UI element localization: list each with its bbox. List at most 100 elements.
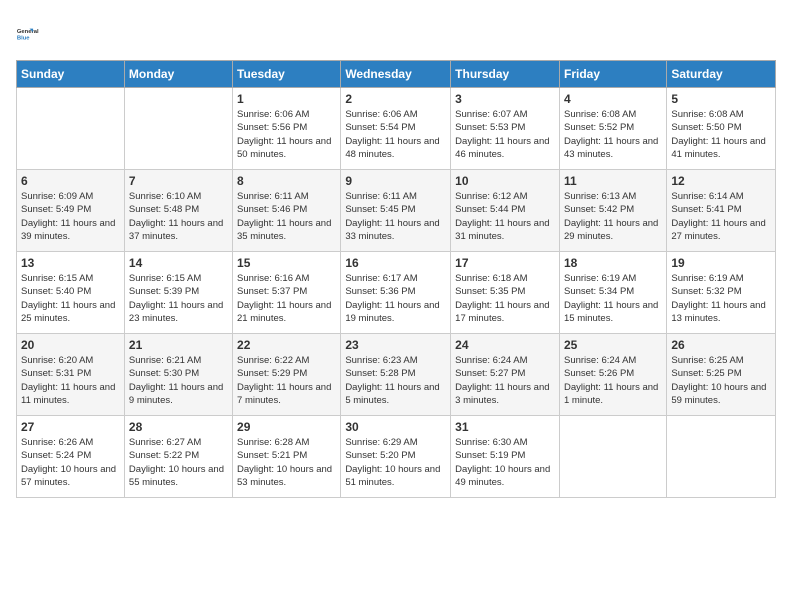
- day-cell: [667, 416, 776, 498]
- day-detail: Sunrise: 6:19 AM Sunset: 5:34 PM Dayligh…: [564, 272, 662, 325]
- day-cell: 2 Sunrise: 6:06 AM Sunset: 5:54 PM Daylig…: [341, 88, 451, 170]
- day-detail: Sunrise: 6:29 AM Sunset: 5:20 PM Dayligh…: [345, 436, 446, 489]
- column-header-wednesday: Wednesday: [341, 61, 451, 88]
- day-detail: Sunrise: 6:28 AM Sunset: 5:21 PM Dayligh…: [237, 436, 336, 489]
- day-cell: 4 Sunrise: 6:08 AM Sunset: 5:52 PM Daylig…: [559, 88, 666, 170]
- day-detail: Sunrise: 6:08 AM Sunset: 5:52 PM Dayligh…: [564, 108, 662, 161]
- column-header-saturday: Saturday: [667, 61, 776, 88]
- day-cell: 27 Sunrise: 6:26 AM Sunset: 5:24 PM Dayli…: [17, 416, 125, 498]
- day-detail: Sunrise: 6:14 AM Sunset: 5:41 PM Dayligh…: [671, 190, 771, 243]
- day-cell: 10 Sunrise: 6:12 AM Sunset: 5:44 PM Dayli…: [451, 170, 560, 252]
- day-number: 24: [455, 338, 555, 352]
- day-detail: Sunrise: 6:30 AM Sunset: 5:19 PM Dayligh…: [455, 436, 555, 489]
- day-detail: Sunrise: 6:15 AM Sunset: 5:40 PM Dayligh…: [21, 272, 120, 325]
- day-number: 10: [455, 174, 555, 188]
- day-number: 26: [671, 338, 771, 352]
- day-cell: 20 Sunrise: 6:20 AM Sunset: 5:31 PM Dayli…: [17, 334, 125, 416]
- day-cell: 17 Sunrise: 6:18 AM Sunset: 5:35 PM Dayli…: [451, 252, 560, 334]
- day-detail: Sunrise: 6:11 AM Sunset: 5:45 PM Dayligh…: [345, 190, 446, 243]
- day-detail: Sunrise: 6:24 AM Sunset: 5:26 PM Dayligh…: [564, 354, 662, 407]
- day-cell: 31 Sunrise: 6:30 AM Sunset: 5:19 PM Dayli…: [451, 416, 560, 498]
- column-header-monday: Monday: [124, 61, 232, 88]
- day-number: 31: [455, 420, 555, 434]
- day-detail: Sunrise: 6:06 AM Sunset: 5:54 PM Dayligh…: [345, 108, 446, 161]
- day-number: 27: [21, 420, 120, 434]
- day-cell: 14 Sunrise: 6:15 AM Sunset: 5:39 PM Dayli…: [124, 252, 232, 334]
- day-number: 25: [564, 338, 662, 352]
- day-cell: 13 Sunrise: 6:15 AM Sunset: 5:40 PM Dayli…: [17, 252, 125, 334]
- day-cell: 6 Sunrise: 6:09 AM Sunset: 5:49 PM Daylig…: [17, 170, 125, 252]
- header-row: SundayMondayTuesdayWednesdayThursdayFrid…: [17, 61, 776, 88]
- day-number: 18: [564, 256, 662, 270]
- day-number: 11: [564, 174, 662, 188]
- column-header-sunday: Sunday: [17, 61, 125, 88]
- day-cell: 3Sunrise: 6:07 AM Sunset: 5:53 PM Daylig…: [451, 88, 560, 170]
- day-number: 5: [671, 92, 771, 106]
- day-number: 4: [564, 92, 662, 106]
- day-number: 8: [237, 174, 336, 188]
- day-detail: Sunrise: 6:09 AM Sunset: 5:49 PM Dayligh…: [21, 190, 120, 243]
- day-number: 6: [21, 174, 120, 188]
- day-cell: [124, 88, 232, 170]
- day-number: 13: [21, 256, 120, 270]
- day-number: 23: [345, 338, 446, 352]
- day-cell: 12Sunrise: 6:14 AM Sunset: 5:41 PM Dayli…: [667, 170, 776, 252]
- day-detail: Sunrise: 6:16 AM Sunset: 5:37 PM Dayligh…: [237, 272, 336, 325]
- day-detail: Sunrise: 6:18 AM Sunset: 5:35 PM Dayligh…: [455, 272, 555, 325]
- calendar-table: SundayMondayTuesdayWednesdayThursdayFrid…: [16, 60, 776, 498]
- day-cell: 28Sunrise: 6:27 AM Sunset: 5:22 PM Dayli…: [124, 416, 232, 498]
- day-cell: 26 Sunrise: 6:25 AM Sunset: 5:25 PM Dayli…: [667, 334, 776, 416]
- day-detail: Sunrise: 6:11 AM Sunset: 5:46 PM Dayligh…: [237, 190, 336, 243]
- day-cell: 22Sunrise: 6:22 AM Sunset: 5:29 PM Dayli…: [233, 334, 341, 416]
- day-cell: 23 Sunrise: 6:23 AM Sunset: 5:28 PM Dayli…: [341, 334, 451, 416]
- day-number: 20: [21, 338, 120, 352]
- day-cell: 1 Sunrise: 6:06 AM Sunset: 5:56 PM Daylig…: [233, 88, 341, 170]
- logo: General Blue: [16, 16, 52, 52]
- day-detail: Sunrise: 6:24 AM Sunset: 5:27 PM Dayligh…: [455, 354, 555, 407]
- day-number: 1: [237, 92, 336, 106]
- day-detail: Sunrise: 6:21 AM Sunset: 5:30 PM Dayligh…: [129, 354, 228, 407]
- column-header-tuesday: Tuesday: [233, 61, 341, 88]
- svg-text:Blue: Blue: [17, 35, 30, 41]
- day-cell: 29 Sunrise: 6:28 AM Sunset: 5:21 PM Dayli…: [233, 416, 341, 498]
- day-cell: [559, 416, 666, 498]
- day-number: 14: [129, 256, 228, 270]
- day-number: 9: [345, 174, 446, 188]
- day-cell: 19 Sunrise: 6:19 AM Sunset: 5:32 PM Dayli…: [667, 252, 776, 334]
- day-cell: 11Sunrise: 6:13 AM Sunset: 5:42 PM Dayli…: [559, 170, 666, 252]
- day-cell: 9 Sunrise: 6:11 AM Sunset: 5:45 PM Daylig…: [341, 170, 451, 252]
- day-cell: 7Sunrise: 6:10 AM Sunset: 5:48 PM Daylig…: [124, 170, 232, 252]
- day-cell: 16Sunrise: 6:17 AM Sunset: 5:36 PM Dayli…: [341, 252, 451, 334]
- day-number: 15: [237, 256, 336, 270]
- week-row-1: 6 Sunrise: 6:09 AM Sunset: 5:49 PM Daylig…: [17, 170, 776, 252]
- week-row-3: 20 Sunrise: 6:20 AM Sunset: 5:31 PM Dayli…: [17, 334, 776, 416]
- day-detail: Sunrise: 6:12 AM Sunset: 5:44 PM Dayligh…: [455, 190, 555, 243]
- day-number: 16: [345, 256, 446, 270]
- day-cell: 21 Sunrise: 6:21 AM Sunset: 5:30 PM Dayli…: [124, 334, 232, 416]
- day-detail: Sunrise: 6:22 AM Sunset: 5:29 PM Dayligh…: [237, 354, 336, 407]
- day-detail: Sunrise: 6:25 AM Sunset: 5:25 PM Dayligh…: [671, 354, 771, 407]
- day-cell: 8 Sunrise: 6:11 AM Sunset: 5:46 PM Daylig…: [233, 170, 341, 252]
- day-detail: Sunrise: 6:20 AM Sunset: 5:31 PM Dayligh…: [21, 354, 120, 407]
- logo-icon: General Blue: [16, 16, 52, 52]
- day-number: 21: [129, 338, 228, 352]
- day-number: 3: [455, 92, 555, 106]
- day-detail: Sunrise: 6:26 AM Sunset: 5:24 PM Dayligh…: [21, 436, 120, 489]
- column-header-thursday: Thursday: [451, 61, 560, 88]
- column-header-friday: Friday: [559, 61, 666, 88]
- day-detail: Sunrise: 6:08 AM Sunset: 5:50 PM Dayligh…: [671, 108, 771, 161]
- day-cell: 24 Sunrise: 6:24 AM Sunset: 5:27 PM Dayli…: [451, 334, 560, 416]
- day-detail: Sunrise: 6:10 AM Sunset: 5:48 PM Dayligh…: [129, 190, 228, 243]
- day-cell: 30Sunrise: 6:29 AM Sunset: 5:20 PM Dayli…: [341, 416, 451, 498]
- day-detail: Sunrise: 6:15 AM Sunset: 5:39 PM Dayligh…: [129, 272, 228, 325]
- week-row-0: 1 Sunrise: 6:06 AM Sunset: 5:56 PM Daylig…: [17, 88, 776, 170]
- day-number: 28: [129, 420, 228, 434]
- day-cell: 5 Sunrise: 6:08 AM Sunset: 5:50 PM Daylig…: [667, 88, 776, 170]
- day-detail: Sunrise: 6:06 AM Sunset: 5:56 PM Dayligh…: [237, 108, 336, 161]
- day-number: 2: [345, 92, 446, 106]
- day-number: 29: [237, 420, 336, 434]
- day-number: 17: [455, 256, 555, 270]
- day-number: 19: [671, 256, 771, 270]
- day-detail: Sunrise: 6:23 AM Sunset: 5:28 PM Dayligh…: [345, 354, 446, 407]
- day-detail: Sunrise: 6:19 AM Sunset: 5:32 PM Dayligh…: [671, 272, 771, 325]
